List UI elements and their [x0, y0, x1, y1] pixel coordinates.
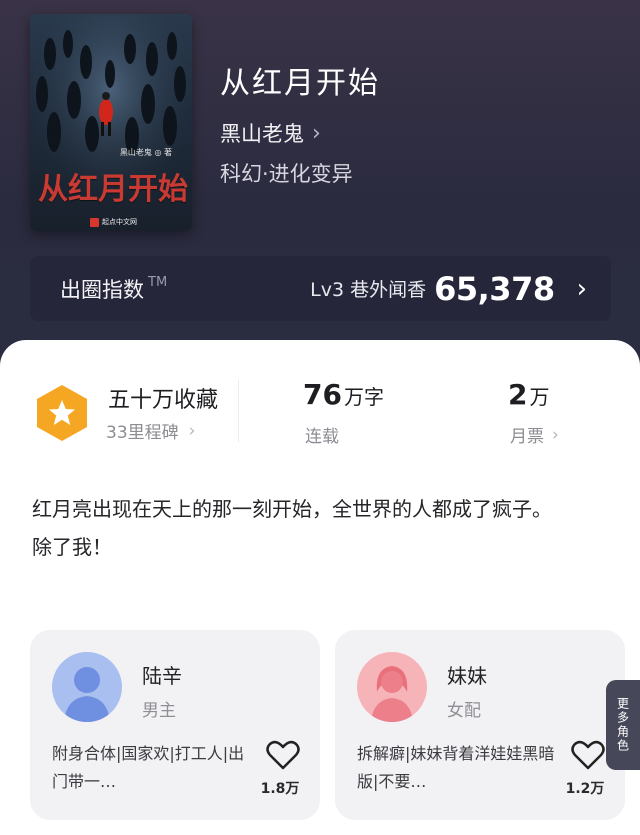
character-card[interactable]: 妹妹 女配 拆解癖|妹妹背着洋娃娃黑暗版|不要… 1.2万	[335, 630, 625, 820]
character-card[interactable]: 陆辛 男主 附身合体|国家欢|打工人|出门带一… 1.8万	[30, 630, 320, 820]
heart-icon[interactable]	[571, 740, 605, 770]
popularity-value: 65,378	[434, 269, 555, 308]
character-role: 男主	[142, 701, 176, 721]
chevron-right-icon: ›	[552, 424, 559, 445]
chevron-right-icon: ›	[312, 120, 321, 146]
cover-author: 黑山老鬼 ◎ 著	[119, 148, 172, 157]
character-name: 妹妹	[447, 664, 487, 688]
publisher-logo-icon	[90, 217, 99, 227]
publisher-name: 起点中文网	[102, 218, 137, 226]
popularity-index-bar[interactable]: 出圈指数 TM Lv3 巷外闻香 65,378 ›	[30, 256, 611, 321]
popularity-level: Lv3 巷外闻香	[310, 279, 427, 301]
word-count: 76 万字	[303, 378, 384, 411]
milestone-link[interactable]: 33里程碑 ›	[106, 418, 196, 444]
female-silhouette-icon	[357, 652, 427, 722]
word-count-unit: 万字	[343, 385, 384, 409]
chevron-right-icon: ›	[576, 273, 587, 304]
serial-status: 连载	[305, 427, 339, 447]
monthly-votes-number: 2	[508, 378, 528, 411]
stat-divider	[238, 380, 239, 442]
trademark-mark: TM	[148, 275, 168, 290]
popularity-index-value-group: Lv3 巷外闻香 65,378 ›	[310, 270, 587, 308]
popularity-index-label: 出圈指数	[60, 277, 144, 302]
book-title: 从红月开始	[220, 66, 380, 101]
monthly-votes-label: 月票	[510, 427, 544, 447]
author-link[interactable]: 黑山老鬼 ›	[220, 118, 321, 148]
character-likes: 1.8万	[260, 781, 300, 797]
character-avatar	[52, 652, 122, 722]
book-cover[interactable]: 黑山老鬼 ◎ 著 从红月开始 起点中文网	[30, 14, 192, 231]
more-roles-tab[interactable]: 更多角色	[606, 680, 640, 770]
book-genre: 科幻·进化变异	[220, 162, 353, 186]
star-hexagon-badge-icon	[37, 385, 87, 441]
book-header: 黑山老鬼 ◎ 著 从红月开始 起点中文网 从红月开始 黑山老鬼 › 科幻·进化变…	[0, 0, 640, 360]
male-silhouette-icon	[52, 652, 122, 722]
author-name: 黑山老鬼	[220, 122, 304, 146]
book-synopsis[interactable]: 红月亮出现在天上的那一刻开始，全世界的人都成了疯子。 除了我！	[32, 490, 612, 566]
milestone-label: 33里程碑	[106, 423, 179, 443]
cover-title: 从红月开始	[38, 172, 188, 207]
character-tags: 拆解癖|妹妹背着洋娃娃黑暗版|不要…	[357, 744, 555, 791]
book-detail-card: 五十万收藏 33里程碑 › 76 万字 连载 2万 月票 › 红月亮出现在天上的那…	[0, 340, 640, 835]
word-count-number: 76	[303, 378, 342, 411]
synopsis-line: 红月亮出现在天上的那一刻开始，全世界的人都成了疯子。	[32, 497, 552, 521]
monthly-votes: 2万	[508, 378, 549, 411]
character-tags: 附身合体|国家欢|打工人|出门带一…	[52, 744, 245, 791]
synopsis-line: 除了我！	[32, 535, 112, 559]
character-role: 女配	[447, 701, 481, 721]
heart-icon[interactable]	[266, 740, 300, 770]
character-avatar	[357, 652, 427, 722]
character-name: 陆辛	[142, 664, 182, 688]
favorites-count: 五十万收藏	[108, 388, 219, 413]
chevron-right-icon: ›	[188, 420, 196, 441]
monthly-votes-link[interactable]: 月票 ›	[510, 422, 559, 448]
monthly-votes-unit: 万	[529, 385, 550, 409]
character-likes: 1.2万	[565, 781, 605, 797]
cover-publisher: 起点中文网	[90, 217, 137, 227]
